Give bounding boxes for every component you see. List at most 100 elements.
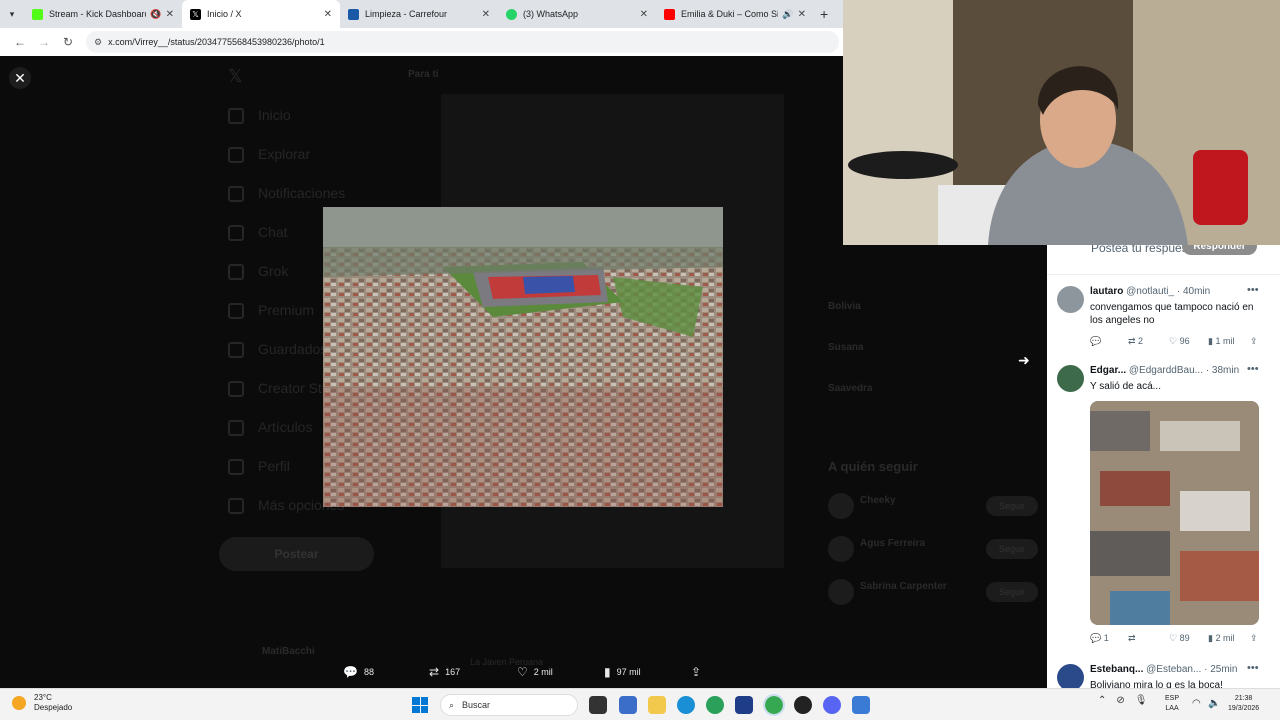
sidebar-item-icon bbox=[228, 342, 244, 358]
site-info-icon[interactable]: ⚙ bbox=[94, 37, 102, 48]
calculator-icon[interactable] bbox=[852, 696, 870, 714]
sidebar-item[interactable]: Perfil bbox=[258, 458, 290, 474]
tab-youtube[interactable]: Emilia & Duki – Como Si No 🔊 ✕ bbox=[656, 0, 814, 28]
muted-speaker-icon[interactable]: 🔇 bbox=[150, 9, 161, 20]
tab-label: (3) WhatsApp bbox=[523, 9, 579, 19]
close-lightbox-button[interactable]: ✕ bbox=[9, 67, 31, 89]
trend-item[interactable]: Saavedra bbox=[828, 383, 872, 394]
views-chart-icon[interactable]: ▮ 1 mil bbox=[1208, 336, 1234, 347]
repost-action[interactable]: ⇄ 167 bbox=[429, 660, 460, 684]
language-indicator[interactable]: ESP LAA bbox=[1165, 694, 1179, 714]
edge-icon[interactable] bbox=[677, 696, 695, 714]
close-tab-icon[interactable]: ✕ bbox=[166, 9, 174, 20]
avatar[interactable] bbox=[1057, 365, 1084, 392]
store-icon[interactable] bbox=[735, 696, 753, 714]
avatar[interactable] bbox=[828, 493, 854, 519]
weather-widget[interactable]: 23°C Despejado bbox=[12, 693, 72, 713]
close-tab-icon[interactable]: ✕ bbox=[482, 9, 490, 20]
sidebar-item[interactable]: Guardados bbox=[258, 341, 327, 357]
follow-suggestion-name[interactable]: Agus Ferreira bbox=[860, 538, 925, 549]
reply-handle[interactable]: @EdgarddBau... bbox=[1129, 365, 1203, 376]
reply-author[interactable]: Edgar... bbox=[1090, 365, 1126, 376]
more-options-icon[interactable]: ••• bbox=[1247, 662, 1259, 674]
follow-suggestion-name[interactable]: Sabrina Carpenter bbox=[860, 581, 947, 592]
more-options-icon[interactable]: ••• bbox=[1247, 363, 1259, 375]
wifi-icon[interactable]: ◠ bbox=[1192, 698, 1201, 709]
heart-icon[interactable]: ♡ 89 bbox=[1169, 633, 1190, 644]
close-tab-icon[interactable]: ✕ bbox=[640, 9, 648, 20]
next-photo-arrow-icon[interactable]: ➜ bbox=[1018, 352, 1030, 369]
sidebar-item-icon bbox=[228, 498, 244, 514]
url-field[interactable]: ⚙ x.com/Virrey__/status/2034775568453980… bbox=[86, 31, 839, 53]
sidebar-item[interactable]: Chat bbox=[258, 224, 288, 240]
reply-handle[interactable]: @notlauti_ bbox=[1126, 286, 1174, 297]
reply-author[interactable]: Estebanq... bbox=[1090, 664, 1143, 675]
follow-button[interactable]: Seguir bbox=[986, 539, 1038, 559]
close-tab-icon[interactable]: ✕ bbox=[798, 9, 806, 20]
close-tab-icon[interactable]: ✕ bbox=[324, 9, 332, 20]
task-view-icon[interactable] bbox=[589, 696, 607, 714]
reply-author[interactable]: lautaro bbox=[1090, 286, 1123, 297]
views-chart-icon[interactable]: ▮ 2 mil bbox=[1208, 633, 1234, 644]
speaker-icon[interactable]: 🔊 bbox=[782, 9, 793, 20]
reply-action[interactable]: 💬 88 bbox=[343, 660, 374, 684]
network-off-icon[interactable]: ⊘ bbox=[1116, 695, 1124, 706]
sidebar-item[interactable]: Notificaciones bbox=[258, 185, 345, 201]
avatar[interactable] bbox=[828, 579, 854, 605]
views-action[interactable]: ▮ 97 mil bbox=[604, 660, 641, 684]
discord-icon[interactable] bbox=[823, 696, 841, 714]
like-action[interactable]: ♡ 2 mil bbox=[517, 660, 553, 684]
reply-handle[interactable]: @Esteban... bbox=[1146, 664, 1201, 675]
comment-icon[interactable]: 💬 1 bbox=[1090, 633, 1109, 644]
file-explorer-icon[interactable] bbox=[648, 696, 666, 714]
sidebar-item[interactable]: Explorar bbox=[258, 146, 310, 162]
aerial-stadium-photo[interactable] bbox=[323, 207, 723, 507]
follow-button[interactable]: Seguir bbox=[986, 496, 1038, 516]
sidebar-item[interactable]: Artículos bbox=[258, 419, 312, 435]
avatar[interactable] bbox=[1057, 664, 1084, 688]
back-arrow-icon[interactable]: ← bbox=[8, 35, 32, 49]
repost-icon[interactable]: ⇄ 2 bbox=[1128, 336, 1143, 347]
follow-suggestion-name[interactable]: Cheeky bbox=[860, 495, 896, 506]
obs-icon[interactable] bbox=[794, 696, 812, 714]
post-button[interactable]: Postear bbox=[219, 537, 374, 571]
trend-item[interactable]: Susana bbox=[828, 342, 864, 353]
follow-button[interactable]: Seguir bbox=[986, 582, 1038, 602]
tab-kick[interactable]: Stream - Kick Dashboard 🔇 ✕ bbox=[24, 0, 182, 28]
avatar[interactable] bbox=[1057, 286, 1084, 313]
sidebar-item[interactable]: Inicio bbox=[258, 107, 291, 123]
reply-favela-photo[interactable] bbox=[1090, 401, 1259, 625]
sidebar-item[interactable]: Grok bbox=[258, 263, 288, 279]
more-options-icon[interactable]: ••• bbox=[1247, 284, 1259, 296]
reply-button[interactable]: Responder bbox=[1182, 245, 1257, 255]
weather-sun-icon bbox=[12, 696, 26, 710]
taskbar-search[interactable]: ⌕ Buscar bbox=[440, 694, 578, 716]
feed-tab[interactable]: Para ti bbox=[408, 69, 439, 80]
chrome-active-icon[interactable] bbox=[763, 694, 785, 716]
volume-icon[interactable]: 🔈 bbox=[1208, 698, 1220, 709]
tab-label: Inicio / X bbox=[207, 9, 242, 19]
repost-icon[interactable]: ⇄ bbox=[1128, 633, 1136, 644]
trend-item[interactable]: Bolivia bbox=[828, 301, 861, 312]
widgets-app-icon[interactable] bbox=[619, 696, 637, 714]
start-button[interactable] bbox=[412, 697, 428, 713]
tab-whatsapp[interactable]: (3) WhatsApp ✕ bbox=[498, 0, 656, 28]
microphone-icon[interactable]: 🎙 bbox=[1135, 695, 1148, 706]
share-action[interactable]: ⇪ bbox=[691, 660, 707, 684]
tab-carrefour[interactable]: Limpieza - Carrefour ✕ bbox=[340, 0, 498, 28]
forward-arrow-icon[interactable]: → bbox=[32, 35, 56, 49]
clock[interactable]: 21:38 19/3/2026 bbox=[1228, 694, 1259, 714]
avatar[interactable] bbox=[828, 536, 854, 562]
chevron-up-icon[interactable]: ⌃ bbox=[1098, 695, 1106, 706]
sidebar-item[interactable]: Premium bbox=[258, 302, 314, 318]
new-tab-button[interactable]: + bbox=[820, 6, 828, 22]
views-chart-icon: ▮ bbox=[604, 665, 611, 679]
reload-icon[interactable]: ↻ bbox=[56, 35, 80, 49]
chrome-icon[interactable] bbox=[706, 696, 724, 714]
tab-search-dropdown[interactable]: ▾ bbox=[0, 9, 24, 20]
share-icon[interactable]: ⇪ bbox=[1250, 336, 1258, 347]
heart-icon[interactable]: ♡ 96 bbox=[1169, 336, 1190, 347]
share-icon[interactable]: ⇪ bbox=[1250, 633, 1258, 644]
comment-icon[interactable]: 💬 bbox=[1090, 336, 1101, 347]
tab-x-inicio[interactable]: 𝕏 Inicio / X ✕ bbox=[182, 0, 340, 28]
